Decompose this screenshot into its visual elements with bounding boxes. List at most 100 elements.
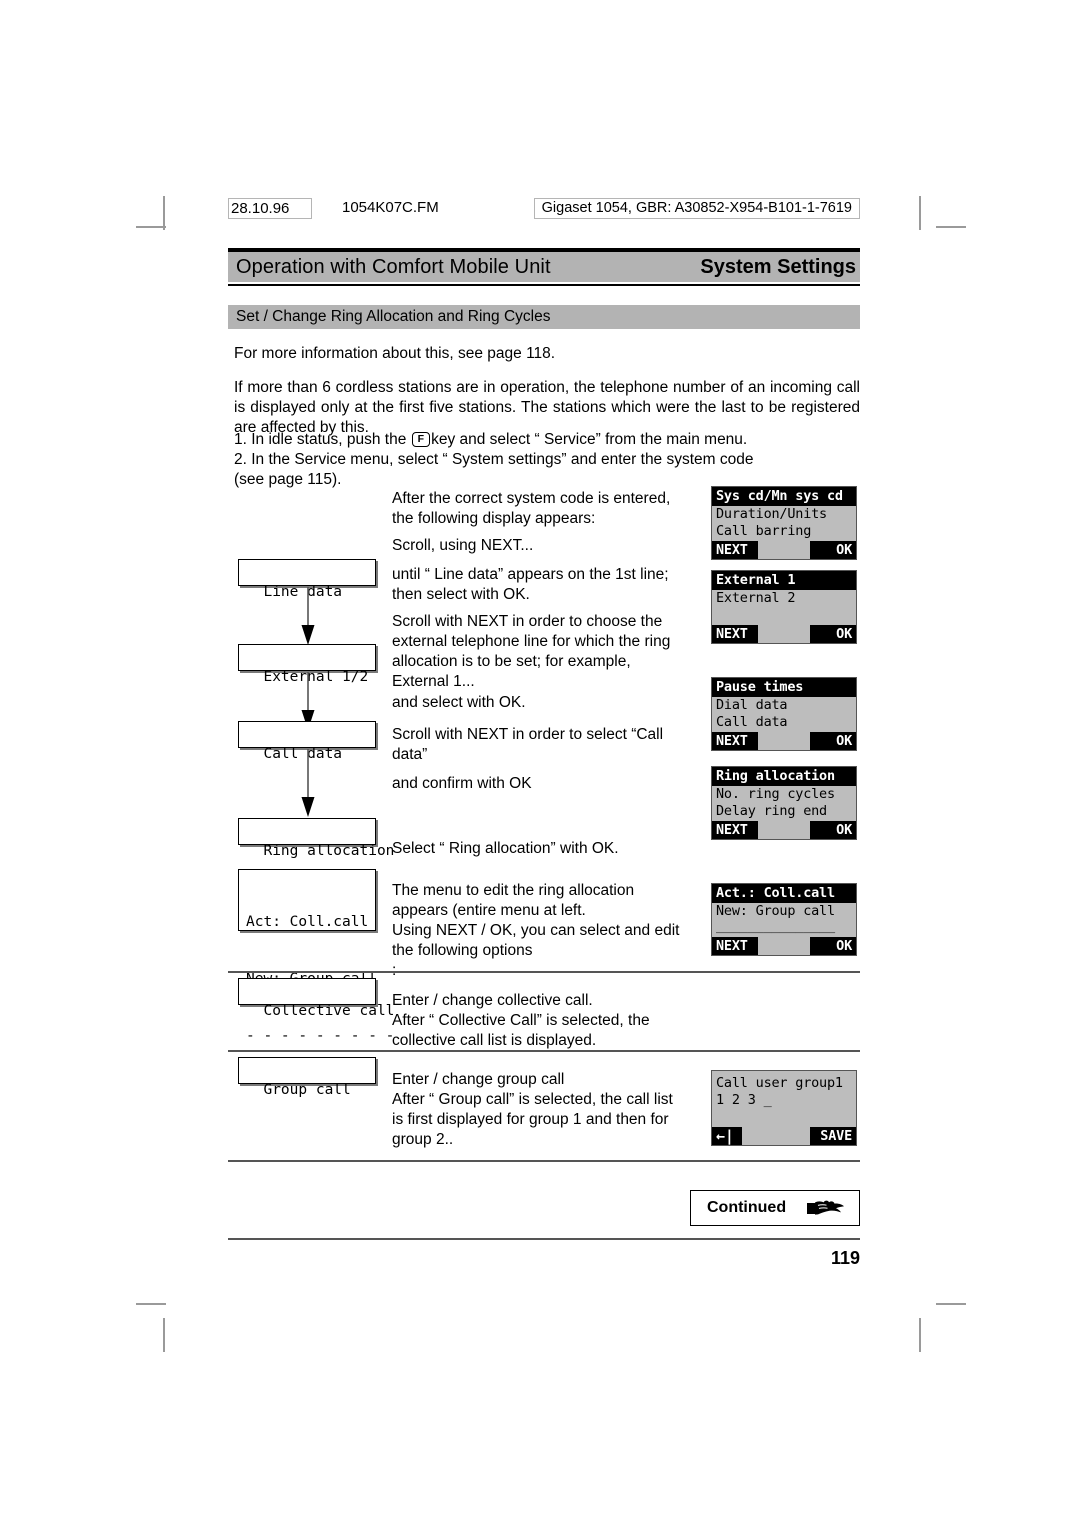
running-head: Operation with Comfort Mobile Unit Syste… (228, 248, 860, 286)
flow-box-group-call-label: Group call (263, 1082, 351, 1098)
crop-mark-top-right-vertical (919, 196, 921, 230)
softkey-next[interactable]: NEXT (712, 625, 758, 643)
softkey-next[interactable]: NEXT (712, 821, 758, 839)
document-meta-row: 28.10.96 1054K07C.FM Gigaset 1054, GBR: … (228, 198, 860, 220)
mid-text-8: Select “ Ring allocation” with OK. (392, 839, 688, 859)
softkey-ok[interactable]: OK (810, 625, 856, 643)
lcd-display-sys-code: Sys cd/Mn sys cd Duration/Units Call bar… (711, 486, 857, 560)
softkey-next[interactable]: NEXT (712, 937, 758, 955)
mid-text-1: After the correct system code is entered… (392, 489, 688, 529)
flow-box-ring-allocation: Ring allocation (238, 818, 394, 859)
lcd-line-1: Call user group1 (716, 1075, 843, 1091)
intro-step-2: 2. In the Service menu, select “ System … (234, 451, 754, 468)
softkey-save[interactable]: SAVE (810, 1127, 856, 1145)
page-number: 119 (830, 1248, 860, 1268)
section-rule-2 (228, 1050, 860, 1052)
crop-mark-top-left-horizontal (136, 226, 166, 228)
flow-box-call-data: Call data (238, 721, 376, 762)
softkey-next[interactable]: NEXT (712, 541, 758, 559)
mid-text-5: and select with OK. (392, 693, 688, 713)
section-rule-3 (228, 1160, 860, 1162)
continued-label: Continued (707, 1199, 787, 1216)
flow-box-collective-call-label: Collective call (263, 1003, 395, 1019)
mid-text-11a-label: Enter / change group call (392, 1071, 565, 1088)
crop-mark-top-right-horizontal (936, 226, 966, 228)
softkey-ok[interactable]: OK (810, 732, 856, 750)
lcd-softkey-row: NEXT OK (712, 625, 856, 643)
document-date: 28.10.96 (228, 198, 312, 219)
document-part-number: Gigaset 1054, GBR: A30852-X954-B101-1-76… (533, 198, 860, 219)
flow-box-act-coll-call-line1: Act: Coll.call (246, 914, 369, 930)
mid-text-10b-label: After “ Collective Call” is selected, th… (392, 1012, 650, 1049)
intro-body-text: If more than 6 cordless stations are in … (234, 379, 860, 436)
lcd-softkey-row: NEXT OK (712, 732, 856, 750)
back-arrow-icon[interactable]: ←| (712, 1127, 742, 1145)
crop-mark-bottom-right-vertical (919, 1318, 921, 1352)
lcd-title: External 1 (712, 571, 856, 590)
intro-see-page: For more information about this, see pag… (234, 344, 862, 364)
intro-steps: 1. In idle status, push the Fkey and sel… (234, 430, 862, 490)
intro-step-1-after: key and select “ Service” from the main … (431, 431, 748, 448)
mid-text-11: Enter / change group call After “ Group … (392, 1070, 688, 1150)
mid-text-3-label: until “ Line data” appears on the 1st li… (392, 566, 669, 603)
lcd-line-2: 1 2 3 _ (716, 1092, 772, 1108)
lcd-line-1: Duration/Units (716, 506, 827, 522)
intro-see-page-text: For more information about this, see pag… (234, 345, 556, 362)
crop-mark-bottom-left-horizontal (136, 1303, 166, 1305)
section-heading-label: Set / Change Ring Allocation and Ring Cy… (236, 308, 551, 325)
crop-mark-top-left-vertical (163, 196, 165, 230)
lcd-title: Ring allocation (712, 767, 856, 786)
softkey-next[interactable]: NEXT (712, 732, 758, 750)
lcd-line-1: No. ring cycles (716, 786, 835, 802)
lcd-display-call-user-group: Call user group1 1 2 3 _ ←| SAVE (711, 1070, 857, 1146)
document-filename: 1054K07C.FM (342, 199, 439, 216)
mid-text-1-label: After the correct system code is entered… (392, 490, 671, 527)
mid-text-6-label: Scroll with NEXT in order to select “Cal… (392, 726, 664, 763)
mid-text-6: Scroll with NEXT in order to select “Cal… (392, 725, 688, 765)
running-head-rule-bottom (228, 284, 860, 286)
mid-text-5-label: and select with OK. (392, 694, 526, 711)
lcd-line-2: Delay ring end (716, 803, 827, 819)
lcd-display-pause-times: Pause times Dial data Call data NEXT OK (711, 677, 857, 751)
footer-rule (228, 1238, 860, 1240)
mid-text-7-label: and confirm with OK (392, 775, 532, 792)
intro-step-1-before: 1. In idle status, push the (234, 431, 407, 448)
softkey-ok[interactable]: OK (810, 937, 856, 955)
lcd-line-3 (712, 1109, 856, 1126)
lcd-softkey-row: ←| SAVE (712, 1127, 856, 1145)
lcd-line-2: Call data (716, 714, 788, 730)
lcd-display-external: External 1 External 2 NEXT OK (711, 570, 857, 644)
lcd-line-2: _______________ (716, 918, 835, 934)
running-head-chapter: Operation with Comfort Mobile Unit (236, 255, 551, 278)
mid-text-9a-label: The menu to edit the ring allocation app… (392, 882, 635, 919)
lcd-line-2: Call barring (716, 523, 812, 539)
flow-box-collective-call: Collective call (238, 978, 394, 1019)
running-head-topic: System Settings (700, 255, 856, 278)
mid-text-10a-label: Enter / change collective call. (392, 992, 593, 1009)
lcd-line-1: External 2 (716, 590, 796, 606)
lcd-display-ring-allocation: Ring allocation No. ring cycles Delay ri… (711, 766, 857, 840)
mid-text-8-label: Select “ Ring allocation” with OK. (392, 840, 619, 857)
lcd-softkey-row: NEXT OK (712, 821, 856, 839)
softkey-ok[interactable]: OK (810, 821, 856, 839)
lcd-line-2 (712, 607, 856, 624)
flow-box-external-1-2: External 1/2 (238, 644, 376, 685)
intro-step-1: 1. In idle status, push the Fkey and sel… (234, 430, 862, 450)
flow-box-act-coll-call-line3: - - - - - - - - - (246, 1028, 395, 1044)
lcd-title: Act.: Coll.call (712, 884, 856, 903)
mid-text-3: until “ Line data” appears on the 1st li… (392, 565, 688, 605)
mid-text-4: Scroll with NEXT in order to choose the … (392, 612, 688, 692)
flow-arrow-1 (301, 587, 315, 645)
lcd-title: Sys cd/Mn sys cd (712, 487, 856, 506)
crop-mark-bottom-right-horizontal (936, 1303, 966, 1305)
section-heading: Set / Change Ring Allocation and Ring Cy… (228, 305, 860, 329)
mid-text-10: Enter / change collective call. After “ … (392, 991, 688, 1051)
lcd-title: Pause times (712, 678, 856, 697)
flow-arrow-3 (301, 749, 315, 817)
continued-box: Continued (690, 1190, 860, 1226)
pointing-hand-icon (807, 1200, 844, 1215)
lcd-display-act-coll-call: Act.: Coll.call New: Group call ________… (711, 883, 857, 956)
softkey-ok[interactable]: OK (810, 541, 856, 559)
section-rule-1 (228, 971, 860, 973)
mid-text-2: Scroll, using NEXT... (392, 536, 688, 556)
